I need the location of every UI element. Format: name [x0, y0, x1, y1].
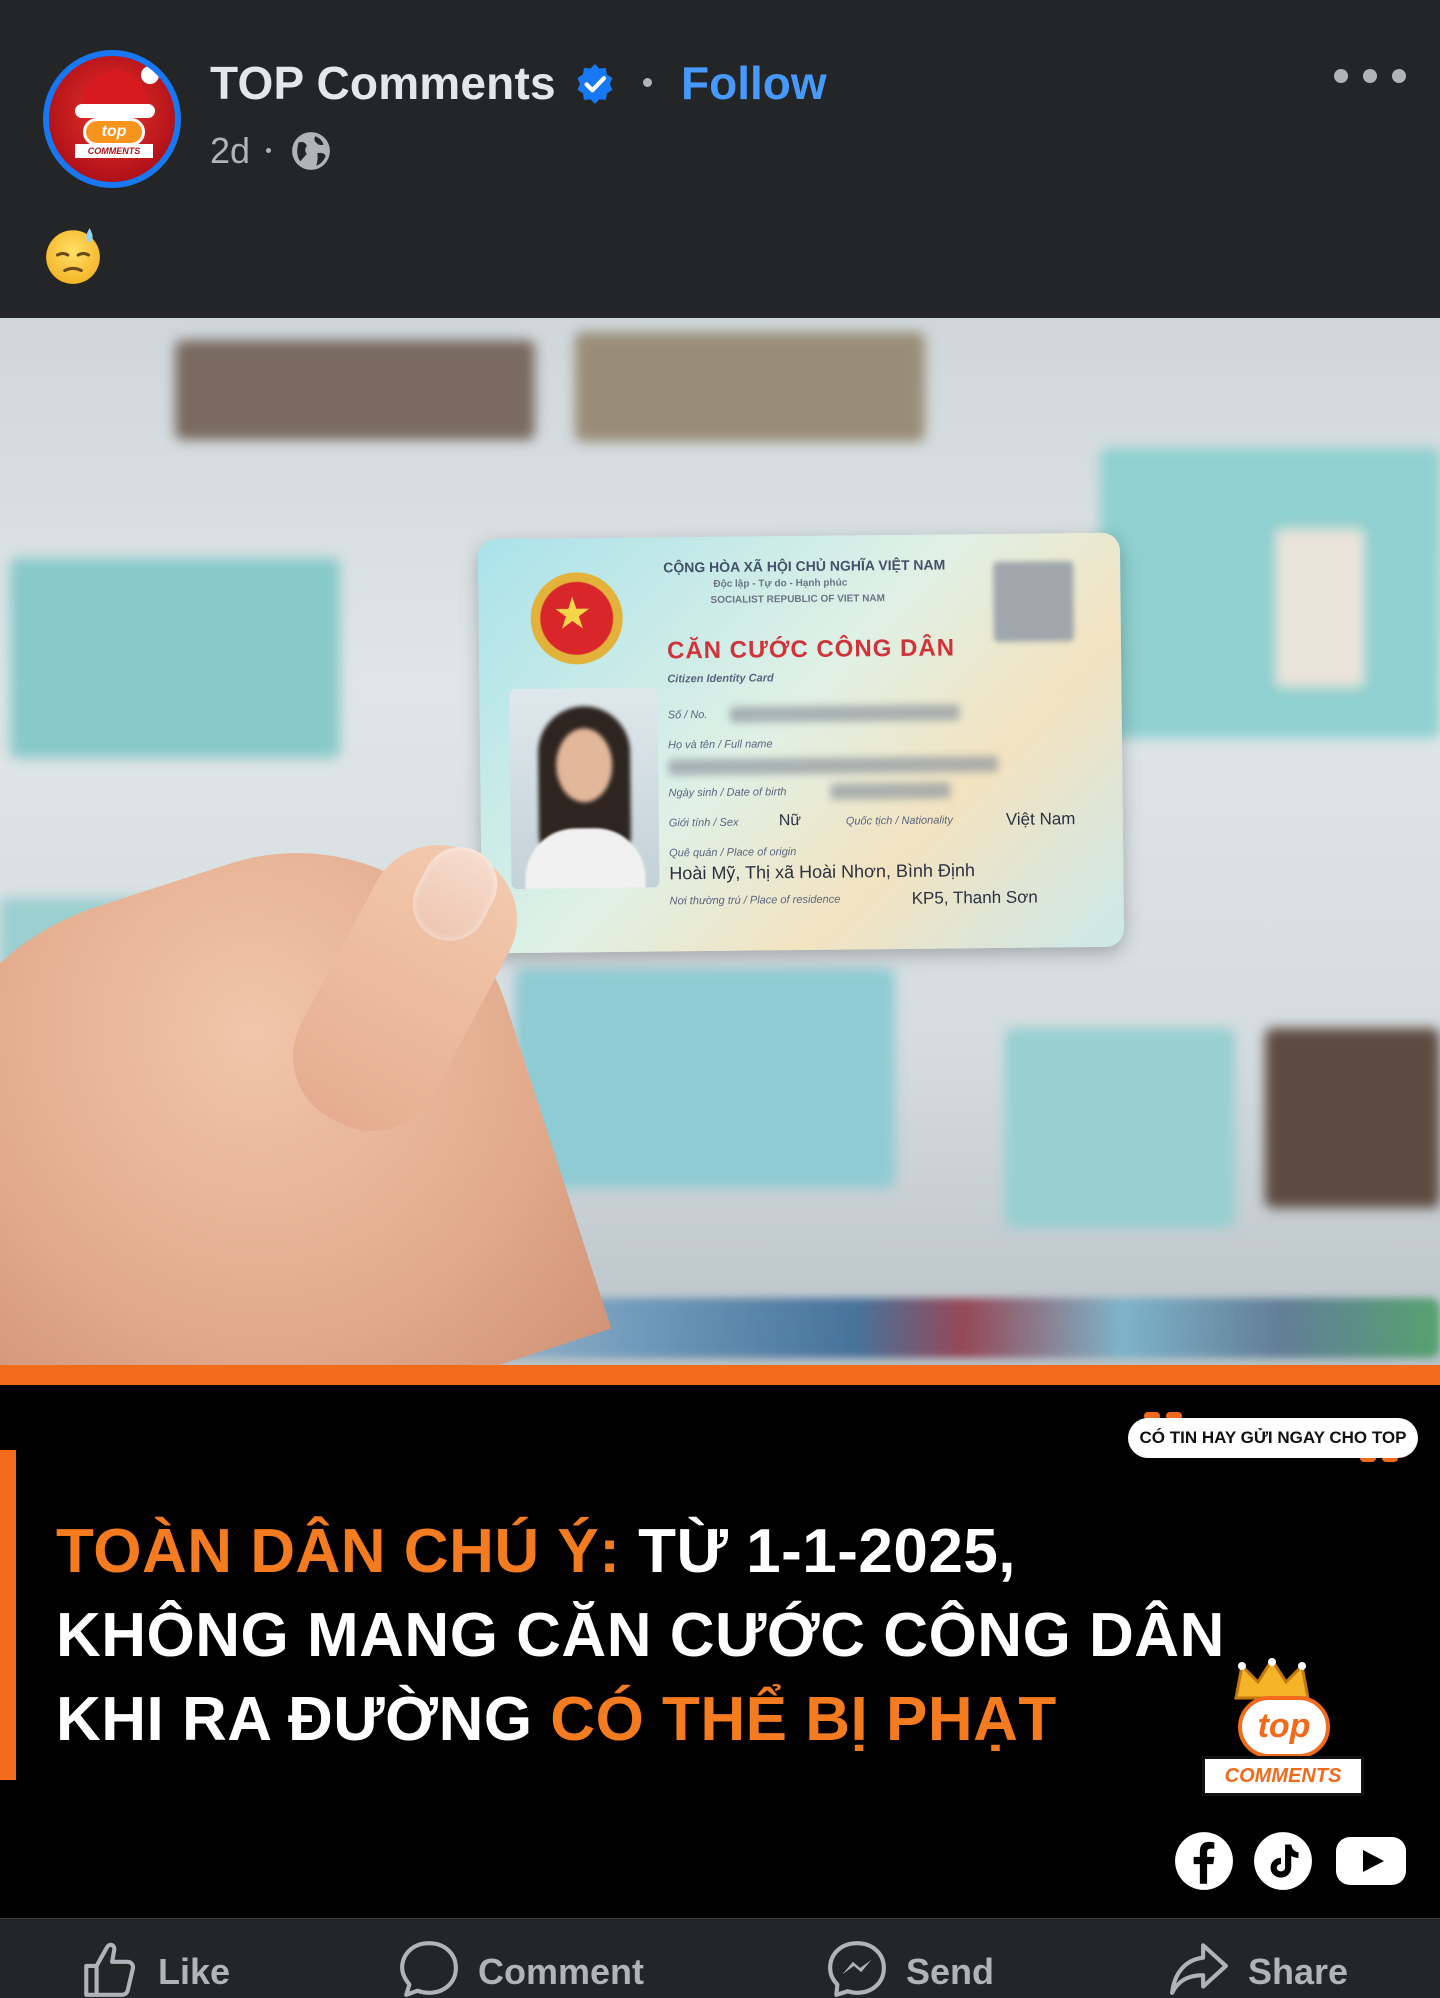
avatar-logo-comments: COMMENTS — [75, 144, 153, 158]
thumbs-up-icon — [84, 1942, 136, 1997]
field-label-residence: Nơi thường trú / Place of residence — [669, 893, 841, 908]
citizen-id-card: ★ CỘNG HÒA XÃ HỘI CHỦ NGHĨA VIỆT NAM Độc… — [477, 532, 1125, 954]
comment-button[interactable]: Comment — [398, 1937, 644, 1997]
verified-badge-icon — [577, 63, 613, 104]
downcast-sweat-emoji — [46, 228, 100, 284]
field-label-sex: Giới tính / Sex — [668, 816, 739, 830]
headline-highlight: TOÀN DÂN CHÚ Ý: — [56, 1517, 621, 1586]
background-blur — [175, 340, 535, 440]
background-blur — [1005, 1028, 1235, 1228]
comment-label: Comment — [478, 1951, 645, 1992]
dot-icon — [1334, 69, 1348, 83]
card-header-line: SOCIALIST REPUBLIC OF VIET NAM — [710, 593, 886, 606]
post-header: top COMMENTS TOP Comments Follow 2d — [0, 0, 1440, 318]
headline-highlight: CÓ THỂ BỊ PHẠT — [550, 1685, 1057, 1754]
field-label-number: Số / No. — [667, 708, 708, 722]
dot-icon — [1363, 69, 1377, 83]
send-button[interactable]: Send — [826, 1937, 994, 1997]
field-label-dob: Ngày sinh / Date of birth — [668, 786, 787, 800]
card-header-line: CỘNG HÒA XÃ HỘI CHỦ NGHĨA VIỆT NAM — [663, 556, 946, 576]
field-label-origin: Quê quán / Place of origin — [669, 846, 797, 860]
tiktok-icon — [1254, 1832, 1312, 1890]
top-comments-logo: top COMMENTS — [1202, 1658, 1364, 1808]
star-icon: ★ — [552, 589, 593, 639]
residence-value: KP5, Thanh Sơn — [911, 887, 1038, 908]
card-title: CĂN CƯỚC CÔNG DÂN — [666, 634, 956, 665]
orange-side-bar — [0, 1450, 16, 1780]
tip-submission-badge: CÓ TIN HAY GỬI NGAY CHO TOP — [1128, 1418, 1418, 1458]
globe-icon — [292, 132, 330, 170]
background-blur — [515, 968, 895, 1188]
sex-value: Nữ — [778, 812, 802, 830]
post-photo[interactable]: ★ CỘNG HÒA XÃ HỘI CHỦ NGHĨA VIỆT NAM Độc… — [0, 318, 1440, 1365]
qr-code-blurred — [993, 561, 1074, 642]
origin-value: Hoài Mỹ, Thị xã Hoài Nhơn, Bình Định — [669, 860, 976, 884]
youtube-icon — [1336, 1837, 1406, 1885]
card-subtitle: Citizen Identity Card — [667, 672, 774, 686]
background-blur — [1265, 1028, 1440, 1208]
background-blur — [10, 558, 340, 758]
share-button[interactable]: Share — [1168, 1937, 1348, 1997]
headline-text: TỪ 1-1-2025, — [620, 1517, 1017, 1586]
share-arrow-icon — [1170, 1943, 1228, 1995]
card-header-line: Độc lập - Tự do - Hạnh phúc — [713, 577, 848, 590]
more-options-button[interactable] — [1334, 62, 1406, 90]
avatar-logo-top: top — [83, 118, 145, 146]
post-action-bar: Like Comment Send Share — [0, 1918, 1440, 1998]
blurred-value — [830, 782, 951, 800]
share-label: Share — [1248, 1951, 1349, 1992]
field-label-nationality: Quốc tịch / Nationality — [845, 814, 953, 828]
facebook-icon — [1175, 1832, 1233, 1890]
like-button[interactable]: Like — [78, 1937, 230, 1997]
nationality-value: Việt Nam — [1005, 809, 1076, 829]
blurred-value — [729, 704, 960, 723]
background-blur — [1100, 448, 1440, 738]
headline-text: KHÔNG MANG CĂN CƯỚC CÔNG DÂN — [56, 1601, 1225, 1670]
follow-button[interactable]: Follow — [681, 56, 827, 110]
field-label-name: Họ và tên / Full name — [667, 738, 773, 752]
separator-dot — [643, 78, 652, 87]
dot-icon — [1392, 69, 1406, 83]
banner-headline: TOÀN DÂN CHÚ Ý: TỪ 1-1-2025, KHÔNG MANG … — [56, 1510, 1225, 1762]
like-label: Like — [158, 1951, 231, 1992]
blurred-value — [668, 755, 999, 776]
page-name[interactable]: TOP Comments — [210, 56, 556, 110]
orange-divider — [0, 1365, 1440, 1385]
messenger-icon — [828, 1941, 886, 1997]
logo-comments-text: COMMENTS — [1202, 1756, 1364, 1796]
send-label: Send — [906, 1951, 995, 1992]
background-blur — [1275, 528, 1365, 688]
id-portrait — [509, 687, 660, 890]
headline-text: KHI RA ĐƯỜNG — [56, 1685, 551, 1754]
page-avatar[interactable]: top COMMENTS — [43, 50, 181, 188]
comment-bubble-icon — [400, 1941, 458, 1997]
post-timestamp[interactable]: 2d — [210, 130, 250, 172]
logo-top-text: top — [1238, 1696, 1330, 1758]
background-blur — [575, 332, 925, 442]
separator-dot — [266, 148, 271, 153]
